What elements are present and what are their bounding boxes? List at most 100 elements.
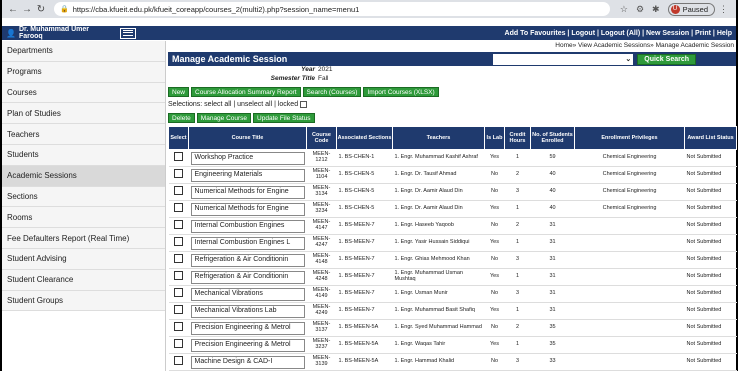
cell-privileges [574,302,685,320]
sidebar-item-departments[interactable]: Departments [2,41,165,62]
row-checkbox[interactable] [174,186,183,196]
col-course-code[interactable]: Course Code [306,126,337,150]
cell-course-title: Workshop Practice [188,149,307,167]
course-title-field[interactable]: Numerical Methods for Engine [190,185,305,199]
cell-award-status: Not Submitted [684,268,737,286]
course-title-field[interactable]: Internal Combustion Engines L [190,236,305,250]
table-row: Precision Engineering & Metrol MEEN-3137 1… [168,319,737,337]
row-checkbox[interactable] [174,305,183,315]
cell-award-status: Not Submitted [684,302,737,320]
sidebar-item-students[interactable]: Students [2,144,165,166]
back-icon[interactable]: ← [6,4,20,15]
pin-icon[interactable]: ✱ [652,4,660,15]
cell-course-code: MEEN-4249 [306,302,337,320]
sidebar-item-programs[interactable]: Programs [2,61,165,83]
course-title-field[interactable]: Mechanical Vibrations Lab [190,304,305,318]
sidebar-item-student-groups[interactable]: Student Groups [2,290,165,312]
course-title-field[interactable]: Refrigeration & Air Conditionin [190,270,305,284]
course-allocation-report-button[interactable]: Course Allocation Summary Report [191,87,301,97]
course-title-field[interactable]: Internal Combustion Engines [190,219,305,233]
import-courses-button[interactable]: Import Courses (XLSX) [363,87,439,97]
col-sections[interactable]: Associated Sections [336,126,393,150]
sidebar-item-courses[interactable]: Courses [2,82,165,104]
manage-course-button[interactable]: Manage Course [196,113,252,123]
row-checkbox[interactable] [174,356,183,366]
row-checkbox[interactable] [174,339,183,349]
reload-icon[interactable]: ↻ [34,4,48,15]
row-checkbox[interactable] [174,203,183,213]
course-title-field[interactable]: Mechanical Vibrations [190,287,305,301]
star-icon[interactable]: ☆ [620,4,628,15]
col-credit-hours[interactable]: Credit Hours [504,126,531,150]
hamburger-menu-icon[interactable] [120,27,136,39]
cell-teacher: 1. Engr. Ghias Mehmood Khan [392,251,485,269]
sidebar-item-student-advising[interactable]: Student Advising [2,248,165,270]
col-privileges[interactable]: Enrollment Privileges [574,126,685,150]
cell-section: 1. BS-CHEN-5 [336,200,393,218]
sidebar-item-student-clearance[interactable]: Student Clearance [2,269,165,291]
sidebar-item-plan-of-studies[interactable]: Plan of Studies [2,103,165,125]
cell-students: 35 [530,336,575,354]
forward-icon[interactable]: → [20,4,34,15]
course-title-field[interactable]: Machine Design & CAD-I [190,355,305,369]
col-is-lab[interactable]: Is Lab [484,126,505,150]
course-title-field[interactable]: Workshop Practice [190,151,305,165]
locked-checkbox[interactable] [300,101,308,108]
top-links[interactable]: Add To Favourites | Logout | Logout (All… [505,30,736,37]
page-title: Manage Academic Session [172,54,288,64]
new-button[interactable]: New [168,87,190,97]
row-checkbox[interactable] [174,152,183,162]
row-checkbox[interactable] [174,169,183,179]
cell-select [168,319,189,337]
cell-is-lab: No [484,217,505,235]
extension-icon[interactable]: ⚙ [636,4,644,15]
cell-course-title: Numerical Methods for Engine [188,200,307,218]
update-file-status-button[interactable]: Update File Status [253,113,315,123]
cell-students: 31 [530,251,575,269]
delete-button[interactable]: Delete [168,113,195,123]
search-courses-button[interactable]: Search (Courses) [302,87,362,97]
cell-course-title: Internal Combustion Engines [188,217,307,235]
table-row: Machine Design & CAD-I MEEN-3139 1. BS-MEE… [168,353,737,371]
row-checkbox[interactable] [174,271,183,281]
course-title-field[interactable]: Numerical Methods for Engine [190,202,305,216]
sidebar-item-teachers[interactable]: Teachers [2,124,165,145]
sidebar: Departments Programs Courses Plan of Stu… [2,41,166,371]
sidebar-item-fee-defaulters[interactable]: Fee Defaulters Report (Real Time) [2,228,165,249]
cell-teacher: 1. Engr. Dr. Aamir Alaud Din [392,200,485,218]
col-students[interactable]: No. of Students Enrolled [530,126,575,150]
row-checkbox[interactable] [174,322,183,332]
row-checkbox[interactable] [174,254,183,264]
chevron-down-icon: ⌄ [625,56,632,63]
quick-search-button[interactable]: Quick Search [637,53,696,65]
cell-teacher: 1. Engr. Usman Munir [392,285,485,303]
cell-is-lab: Yes [484,336,505,354]
col-teachers[interactable]: Teachers [392,126,485,150]
selections-text[interactable]: Selections: select all | unselect all | … [168,101,298,108]
course-title-field[interactable]: Engineering Materials [190,168,305,182]
row-checkbox[interactable] [174,220,183,230]
cell-teacher: 1. Engr. Muhammad Basit Shafiq [392,302,485,320]
user-info[interactable]: 👤 Dr. Muhammad Umer Farooq [2,26,114,40]
quick-search-select[interactable]: ⌄ [493,53,634,65]
sidebar-item-sections[interactable]: Sections [2,186,165,208]
profile-paused-button[interactable]: U Paused [667,2,715,16]
row-checkbox[interactable] [174,288,183,298]
course-title-field[interactable]: Precision Engineering & Metrol [190,338,305,352]
menu-dots-icon[interactable]: ⋮ [719,4,728,15]
row-checkbox[interactable] [174,237,183,247]
col-course-title[interactable]: Course Title [188,126,307,150]
cell-credit-hours: 3 [504,285,531,303]
cell-credit-hours: 3 [504,183,531,201]
cell-course-title: Mechanical Vibrations [188,285,307,303]
sidebar-item-rooms[interactable]: Rooms [2,207,165,229]
cell-is-lab: No [484,251,505,269]
sidebar-item-academic-sessions[interactable]: Academic Sessions [2,165,165,187]
cell-is-lab: Yes [484,268,505,286]
col-award-status[interactable]: Award List Status [684,126,737,150]
breadcrumb[interactable]: Home» View Academic Sessions» Manage Aca… [555,42,734,49]
cell-course-code: MEEN-3237 [306,336,337,354]
course-title-field[interactable]: Precision Engineering & Metrol [190,321,305,335]
course-title-field[interactable]: Refrigeration & Air Conditionin [190,253,305,267]
address-bar[interactable]: 🔒 https://cba.kfueit.edu.pk/kfueit_corea… [54,2,610,16]
